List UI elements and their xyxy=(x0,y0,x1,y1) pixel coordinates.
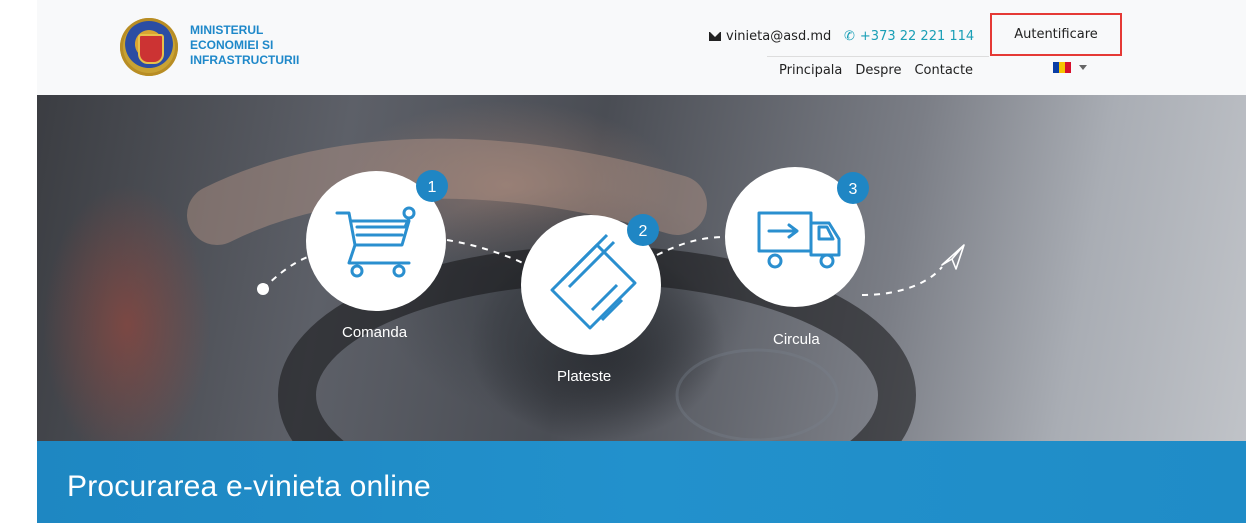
contact-email-link[interactable]: vinieta@asd.md xyxy=(709,29,831,44)
contact-phone-link[interactable]: ✆ +373 22 221 114 xyxy=(844,29,974,44)
page-title: Procurarea e-vinieta online xyxy=(67,470,431,503)
phone-icon: ✆ xyxy=(844,29,855,44)
hero-illustration: 1 2 3 xyxy=(187,138,965,441)
ministry-name-line-1: MINISTERUL xyxy=(190,23,264,37)
dashed-path-4 xyxy=(861,266,943,296)
paper-plane-icon xyxy=(941,244,965,270)
contact-email-text: vinieta@asd.md xyxy=(726,29,832,44)
step-1-label: Comanda xyxy=(342,324,408,341)
nav-item-principala[interactable]: Principala xyxy=(779,63,842,78)
nav-item-contacte[interactable]: Contacte xyxy=(914,63,973,78)
nav-divider xyxy=(767,56,989,57)
title-banner: Procurarea e-vinieta online xyxy=(37,441,1246,523)
envelope-icon xyxy=(709,32,721,41)
romanian-flag-icon xyxy=(1053,62,1071,73)
step-3-number: 3 xyxy=(849,181,858,198)
step-3-label: Circula xyxy=(773,331,820,348)
ministry-name[interactable]: MINISTERUL ECONOMIEI SI INFRASTRUCTURII xyxy=(190,23,299,68)
ministry-name-line-3: INFRASTRUCTURII xyxy=(190,53,300,67)
hero-section: 1 2 3 Comanda Plateste Circula xyxy=(37,95,1246,441)
login-label: Autentificare xyxy=(1014,27,1098,42)
step-2-label: Plateste xyxy=(557,368,612,385)
language-selector[interactable] xyxy=(1053,62,1087,73)
login-button[interactable]: Autentificare xyxy=(990,13,1122,56)
chevron-down-icon xyxy=(1079,65,1087,70)
nav-item-despre[interactable]: Despre xyxy=(855,63,901,78)
driver-arm-shape xyxy=(187,138,707,245)
contact-phone-text: +373 22 221 114 xyxy=(859,29,975,44)
step-1-number: 1 xyxy=(428,179,437,196)
step-2-number: 2 xyxy=(639,223,648,240)
coat-of-arms-icon xyxy=(138,34,164,64)
main-nav: Principala Despre Contacte xyxy=(779,63,973,78)
ministry-emblem-icon[interactable] xyxy=(120,18,178,76)
ministry-name-line-2: ECONOMIEI SI xyxy=(190,38,274,52)
flag-stripe-red xyxy=(1065,62,1071,73)
gauge-shape xyxy=(675,348,839,441)
